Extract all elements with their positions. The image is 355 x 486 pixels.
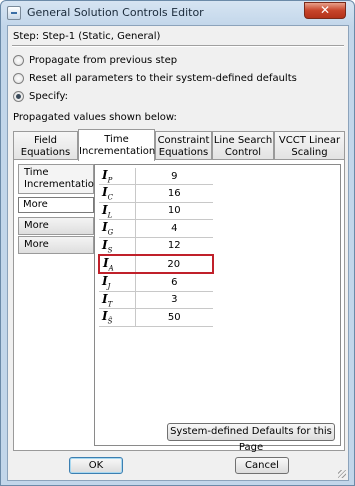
tab-field-equations[interactable]: Field Equations — [13, 131, 78, 160]
param-symbol: IC — [99, 184, 136, 203]
radio-specify[interactable]: Specify: — [13, 89, 68, 103]
tab-label-line1: Constraint — [157, 135, 210, 146]
param-symbol-sub: T — [107, 300, 113, 309]
param-symbol-sub: C — [107, 193, 113, 202]
param-symbol: IP — [99, 168, 136, 186]
param-value[interactable]: 6 — [135, 273, 213, 292]
tab-vcct-linear-scaling[interactable]: VCCT Linear Scaling — [274, 131, 345, 160]
parameter-panel: IP 9 IC 16 IL 10 IG 4 IS 12 IA 20 IJ 6 I… — [94, 164, 341, 453]
param-value[interactable]: 20 — [135, 253, 214, 275]
table-row: IG 4 — [99, 219, 213, 238]
dialog-body: Step: Step-1 (Static, General) Propagate… — [7, 25, 349, 481]
param-value[interactable]: 4 — [135, 219, 213, 238]
table-row: IC 16 — [99, 184, 213, 203]
table-row: IP 9 — [99, 168, 213, 186]
window-title: General Solution Controls Editor — [27, 6, 204, 19]
param-value[interactable]: 12 — [135, 237, 213, 256]
param-symbol-sub: A — [108, 264, 114, 273]
tab-line-search-control[interactable]: Line Search Control — [212, 131, 274, 160]
radio-icon[interactable] — [13, 72, 24, 84]
tab-bar: Field Equations Time Incrementation Cons… — [13, 129, 347, 161]
radio-reset[interactable]: Reset all parameters to their system-def… — [13, 71, 297, 85]
tab-label-line2: Equations — [20, 147, 71, 158]
table-row-highlighted: IA 20 — [98, 253, 214, 275]
param-value[interactable]: 16 — [135, 184, 213, 203]
param-symbol: IS — [99, 237, 136, 256]
param-symbol-sub: L — [107, 211, 113, 220]
param-symbol-sub: S̃ — [107, 317, 113, 326]
dialog-window: General Solution Controls Editor ✕ Step:… — [0, 0, 355, 486]
radio-reset-label: Reset all parameters to their system-def… — [29, 72, 297, 84]
title-bar[interactable]: General Solution Controls Editor ✕ — [1, 1, 354, 25]
param-symbol: IA — [98, 253, 136, 275]
tab-label-line1: Field — [33, 135, 58, 146]
tab-label-line2: Equations — [158, 147, 209, 158]
param-value[interactable]: 50 — [135, 308, 213, 327]
param-value[interactable]: 9 — [135, 168, 213, 186]
table-row: IS̃ 50 — [99, 308, 213, 327]
param-value[interactable]: 3 — [135, 291, 213, 310]
side-tab-more-2[interactable]: More — [18, 236, 94, 254]
param-symbol-sub: P — [107, 176, 113, 185]
param-symbol-sub: S — [107, 245, 113, 254]
radio-propagate-label: Propagate from previous step — [29, 54, 178, 66]
separator — [12, 45, 344, 47]
resize-grip-icon[interactable] — [338, 470, 346, 478]
param-symbol: IL — [99, 202, 136, 221]
tab-label-line2: Control — [224, 147, 262, 158]
tab-label-line1: VCCT Linear — [278, 135, 341, 146]
step-label: Step: Step-1 (Static, General) — [13, 31, 161, 42]
cancel-button[interactable]: Cancel — [235, 457, 289, 474]
side-more-field[interactable]: More — [18, 197, 94, 213]
param-symbol-sub: G — [107, 228, 114, 237]
table-row: IJ 6 — [99, 273, 213, 292]
param-symbol: IG — [99, 219, 136, 238]
tab-constraint-equations[interactable]: Constraint Equations — [155, 131, 212, 160]
tab-label-line2: Scaling — [291, 147, 328, 158]
param-symbol: IS̃ — [99, 308, 136, 327]
app-icon — [7, 6, 21, 20]
parameter-table: IP 9 IC 16 IL 10 IG 4 IS 12 IA 20 IJ 6 I… — [98, 168, 214, 327]
tab-panel: Time Incrementation More More More IP 9 … — [13, 159, 345, 453]
tab-time-incrementation[interactable]: Time Incrementation — [78, 129, 155, 161]
radio-propagate[interactable]: Propagate from previous step — [13, 53, 177, 67]
radio-specify-label: Specify: — [29, 90, 69, 102]
system-defaults-button[interactable]: System-defined Defaults for this Page — [167, 423, 335, 453]
propagated-label: Propagated values shown below: — [13, 112, 177, 123]
side-tab-line1: Time — [24, 167, 49, 178]
table-row: IT 3 — [99, 291, 213, 310]
close-button[interactable]: ✕ — [304, 2, 346, 19]
table-row: IL 10 — [99, 202, 213, 221]
table-row: IS 12 — [99, 237, 213, 256]
side-tab-line2: Incrementation — [24, 179, 101, 190]
radio-icon[interactable] — [13, 54, 24, 66]
param-value[interactable]: 10 — [135, 202, 213, 221]
ok-button[interactable]: OK — [69, 457, 123, 474]
radio-checked-icon[interactable] — [13, 90, 24, 102]
tab-label-line2: Incrementation — [79, 146, 156, 157]
side-tab-time-incrementation[interactable]: Time Incrementation — [18, 164, 101, 194]
param-symbol: IJ — [99, 273, 136, 292]
tab-label-line1: Time — [104, 134, 129, 145]
param-symbol: IT — [99, 291, 136, 310]
tab-label-line1: Line Search — [213, 135, 273, 146]
param-symbol-sub: J — [107, 282, 111, 291]
side-tab-more-1[interactable]: More — [18, 217, 94, 235]
